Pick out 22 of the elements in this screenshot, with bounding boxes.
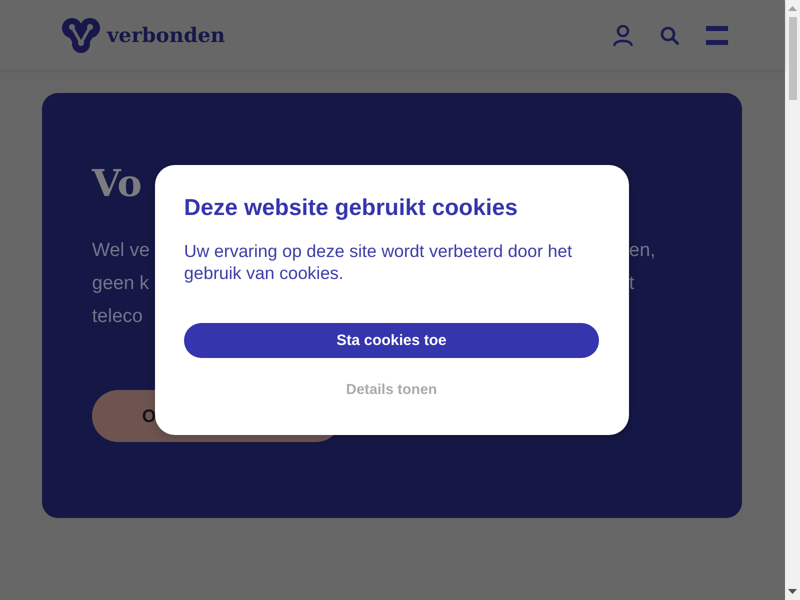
scrollbar[interactable] [785,0,800,600]
hero-text: Wel ve [92,239,150,263]
scroll-up-icon[interactable] [788,6,797,11]
scrollbar-thumb[interactable] [788,17,796,100]
hero-title: Vo [92,160,142,207]
user-icon [613,24,633,46]
hero-text: en, [629,239,656,263]
logo-text[interactable]: verbonden [107,23,225,47]
search-button[interactable] [660,26,679,44]
hero-text: t [629,272,634,296]
scroll-down-icon[interactable] [788,589,797,594]
dialog-title: Deze website gebruikt cookies [184,194,519,220]
account-button[interactable] [613,24,633,46]
search-icon [660,26,679,44]
logo-icon[interactable] [62,18,100,52]
details-link[interactable]: Details tonen [346,380,438,400]
hero-text: geen k [92,272,150,296]
allow-cookies-button[interactable]: Sta cookies toe [184,323,599,358]
menu-button[interactable] [706,26,728,44]
hero-text: teleco [92,305,143,329]
dialog-message: Uw ervaring op deze site wordt verbeterd door het gebruik van cookies. [184,240,574,284]
menu-icon [706,26,728,44]
